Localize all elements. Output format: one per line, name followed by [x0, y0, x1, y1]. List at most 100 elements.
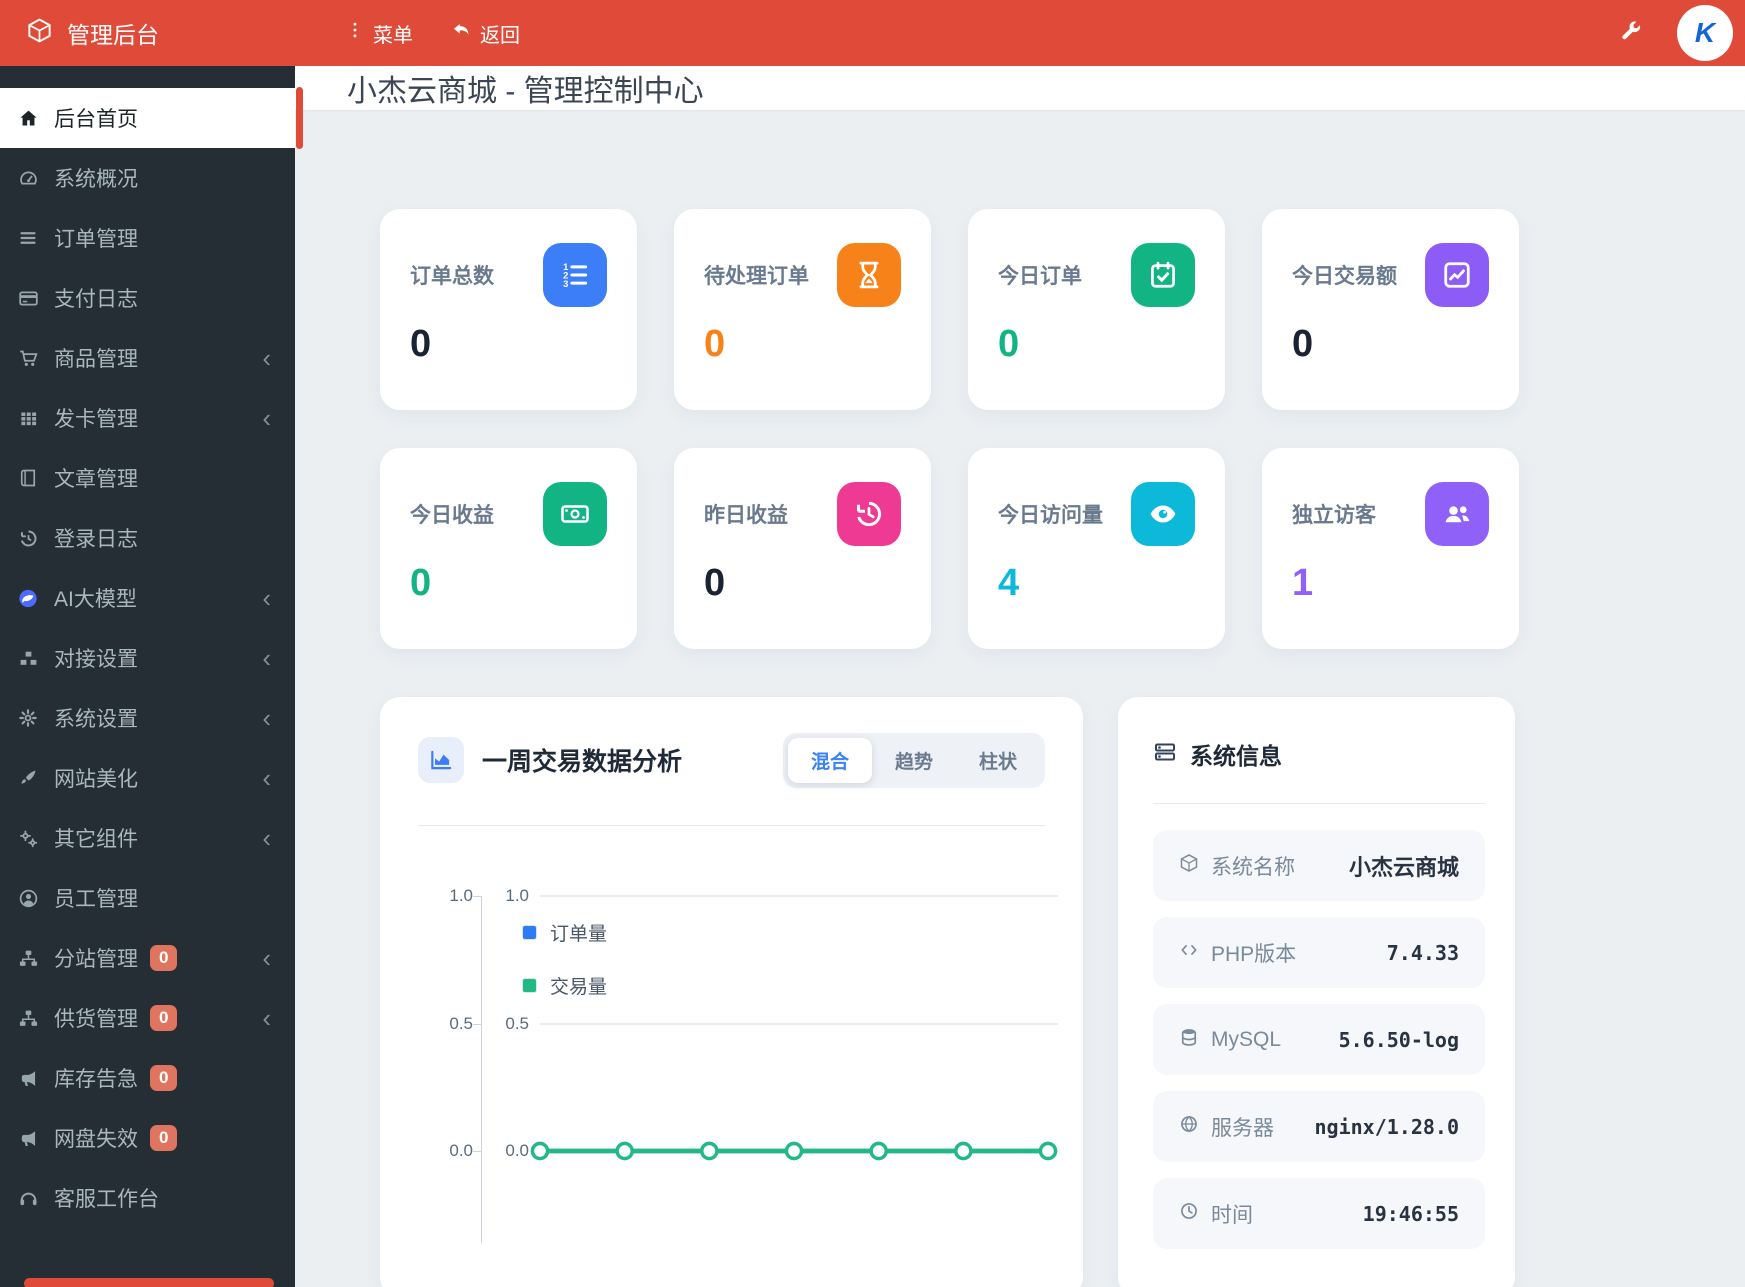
y-axis-line	[481, 896, 482, 1243]
cube-logo-icon	[26, 17, 53, 49]
back-button[interactable]: 返回	[451, 19, 520, 48]
eye-icon	[1131, 482, 1195, 546]
money-bill-icon	[543, 482, 607, 546]
system-row-name: 系统名称 小杰云商城	[1153, 830, 1485, 901]
chart-title: 一周交易数据分析	[482, 748, 683, 776]
history-icon	[16, 526, 40, 550]
chevron-left-icon: ‹	[262, 1003, 271, 1033]
chart-canvas	[530, 895, 1058, 1161]
legend-swatch	[522, 978, 537, 993]
sidebar-item-netdisk-invalid[interactable]: 网盘失效 0	[0, 1108, 295, 1168]
sidebar-item-site-beautify[interactable]: 网站美化 ‹	[0, 748, 295, 808]
ai-whale-icon	[16, 586, 40, 610]
ordered-list-icon: 123	[543, 243, 607, 307]
stat-card-unique-visitors: 独立访客 1	[1262, 448, 1519, 649]
sidebar-item-orders[interactable]: 订单管理	[0, 208, 295, 268]
calendar-check-icon	[1131, 243, 1195, 307]
sidebar-item-products[interactable]: 商品管理 ‹	[0, 328, 295, 388]
count-badge: 0	[150, 1005, 178, 1031]
page-title: 小杰云商城 - 管理控制中心	[347, 75, 704, 108]
sidebar-item-suppliers[interactable]: 供货管理 0 ‹	[0, 988, 295, 1048]
y-axis-tick: 1.0	[505, 886, 529, 905]
legend-item-orders[interactable]: 订单量	[522, 919, 607, 946]
grid-icon	[16, 406, 40, 430]
weekly-chart-panel: 一周交易数据分析 混合 趋势 柱状 1.0 0.5 0.0 1.0 0.5 0.…	[380, 697, 1083, 1287]
cube-icon	[1179, 853, 1199, 879]
cart-icon	[16, 346, 40, 370]
app-title: 管理后台	[67, 22, 159, 48]
server-stack-icon	[1153, 740, 1177, 769]
sidebar-item-staff[interactable]: 员工管理	[0, 868, 295, 928]
bullhorn-icon	[16, 1066, 40, 1090]
bullhorn-icon	[16, 1126, 40, 1150]
app-logo[interactable]: 管理后台	[0, 16, 295, 50]
stat-card-today-turnover: 今日交易额 0	[1262, 209, 1519, 410]
area-chart-icon	[418, 737, 464, 783]
page-title-bar: 小杰云商城 - 管理控制中心	[295, 66, 1745, 110]
book-icon	[16, 466, 40, 490]
user-circle-icon	[16, 886, 40, 910]
sidebar: 后台首页 系统概况 订单管理 支付日志 商品管理 ‹ 发卡管理 ‹ 文章管理 登…	[0, 66, 295, 1287]
chevron-left-icon: ‹	[262, 763, 271, 793]
system-row-server: 服务器 nginx/1.28.0	[1153, 1091, 1485, 1162]
gears-icon	[16, 826, 40, 850]
legend-item-transactions[interactable]: 交易量	[522, 972, 607, 999]
users-icon	[1425, 482, 1489, 546]
cubes-icon	[16, 646, 40, 670]
stat-card-today-orders: 今日订单 0	[968, 209, 1225, 410]
stat-card-total-orders: 订单总数 123 0	[380, 209, 637, 410]
tab-mixed[interactable]: 混合	[787, 737, 872, 783]
y-axis-tick: 0.0	[505, 1141, 529, 1160]
sidebar-item-system-settings[interactable]: 系统设置 ‹	[0, 688, 295, 748]
y-axis-tick: 0.0	[449, 1141, 473, 1160]
system-row-php: PHP版本 7.4.33	[1153, 917, 1485, 988]
sidebar-item-overview[interactable]: 系统概况	[0, 148, 295, 208]
svg-text:3: 3	[563, 279, 568, 289]
stat-card-today-earnings: 今日收益 0	[380, 448, 637, 649]
reply-arrow-icon	[451, 20, 472, 47]
count-badge: 0	[150, 1125, 178, 1151]
sidebar-item-integration-settings[interactable]: 对接设置 ‹	[0, 628, 295, 688]
sidebar-item-other-components[interactable]: 其它组件 ‹	[0, 808, 295, 868]
y-axis-tick: 0.5	[449, 1014, 473, 1033]
tab-trend[interactable]: 趋势	[872, 738, 956, 783]
count-badge: 0	[150, 1065, 178, 1091]
stat-card-pending-orders: 待处理订单 0	[674, 209, 931, 410]
sidebar-horizontal-scrollbar[interactable]	[24, 1278, 274, 1287]
history-icon	[837, 482, 901, 546]
sidebar-item-card-issuing[interactable]: 发卡管理 ‹	[0, 388, 295, 448]
chevron-left-icon: ‹	[262, 343, 271, 373]
system-row-mysql: MySQL 5.6.50-log	[1153, 1004, 1485, 1075]
home-icon	[16, 106, 40, 130]
gear-icon	[16, 706, 40, 730]
sidebar-item-ai-models[interactable]: AI大模型 ‹	[0, 568, 295, 628]
sidebar-item-support-workbench[interactable]: 客服工作台	[0, 1168, 295, 1228]
topbar: 管理后台 菜单 返回 K	[0, 0, 1745, 66]
sidebar-item-articles[interactable]: 文章管理	[0, 448, 295, 508]
chevron-left-icon: ‹	[262, 643, 271, 673]
sidebar-vertical-scrollbar[interactable]	[296, 87, 303, 149]
sidebar-item-stock-alert[interactable]: 库存告急 0	[0, 1048, 295, 1108]
system-info-panel: 系统信息 系统名称 小杰云商城 PHP版本 7.4.33 MySQL 5.6.5…	[1118, 697, 1515, 1287]
sidebar-item-payment-logs[interactable]: 支付日志	[0, 268, 295, 328]
headset-icon	[16, 1186, 40, 1210]
count-badge: 0	[150, 945, 178, 971]
chart-plot-area: 1.0 0.5 0.0 1.0 0.5 0.0 订单量 交易量	[418, 826, 1058, 1243]
y-axis-tick: 0.5	[505, 1014, 529, 1033]
chevron-left-icon: ‹	[262, 403, 271, 433]
sidebar-item-home[interactable]: 后台首页	[0, 88, 295, 148]
sitemap-icon	[16, 946, 40, 970]
avatar[interactable]: K	[1677, 5, 1733, 61]
wrench-icon[interactable]	[1619, 19, 1643, 48]
paint-brush-icon	[16, 766, 40, 790]
tab-bar[interactable]: 柱状	[956, 738, 1040, 783]
sidebar-item-substations[interactable]: 分站管理 0 ‹	[0, 928, 295, 988]
chart-legend: 订单量 交易量	[522, 919, 607, 999]
globe-icon	[1179, 1114, 1199, 1140]
gauge-icon	[16, 166, 40, 190]
ellipsis-vertical-icon	[345, 20, 365, 46]
list-icon	[16, 226, 40, 250]
chart-mode-tabs: 混合 趋势 柱状	[782, 732, 1045, 788]
sidebar-item-login-logs[interactable]: 登录日志	[0, 508, 295, 568]
menu-toggle-button[interactable]: 菜单	[345, 19, 413, 48]
